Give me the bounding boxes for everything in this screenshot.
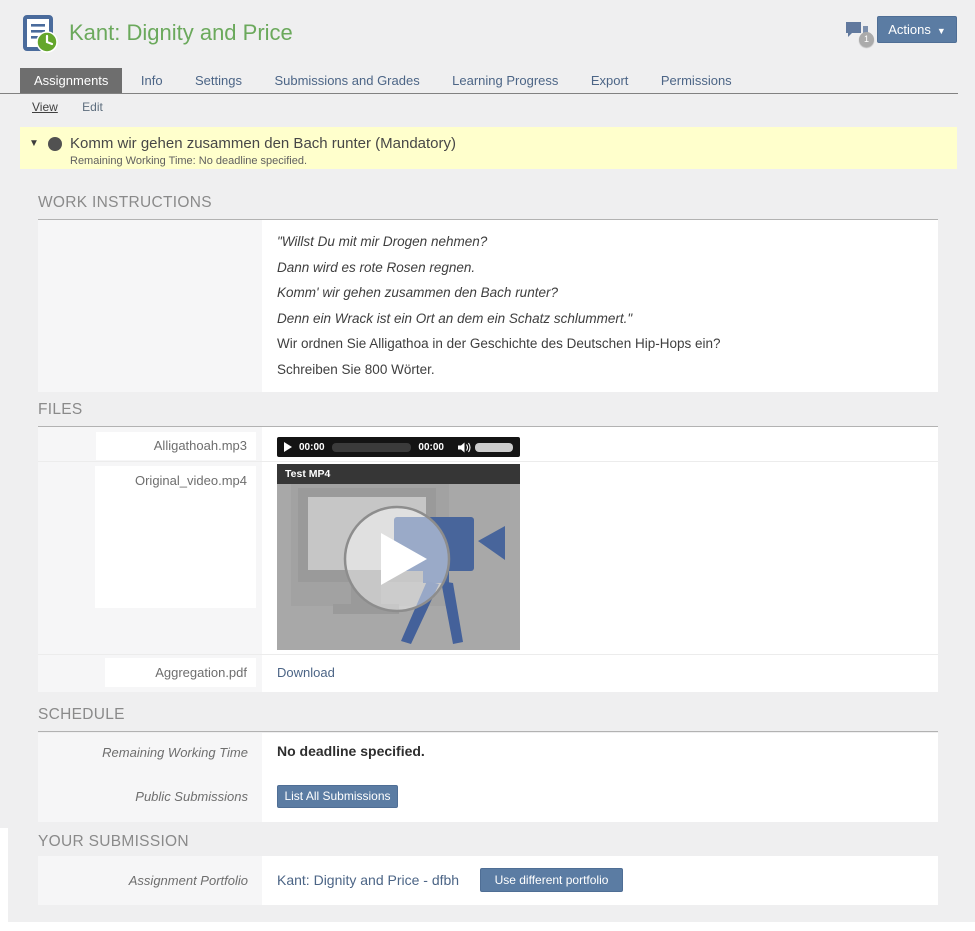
audio-player: 00:00 00:00 xyxy=(277,437,520,457)
subtab-view[interactable]: View xyxy=(32,100,58,114)
page-title: Kant: Dignity and Price xyxy=(69,20,293,45)
work-instructions-text: "Willst Du mit mir Drogen nehmen? Dann w… xyxy=(262,220,938,392)
instruction-line: Komm' wir gehen zusammen den Bach runter… xyxy=(277,285,558,300)
tab-bar-divider xyxy=(0,93,958,94)
list-all-submissions-button[interactable]: List All Submissions xyxy=(277,785,398,808)
play-icon[interactable] xyxy=(284,442,292,452)
audio-duration: 00:00 xyxy=(418,441,444,453)
volume-slider[interactable] xyxy=(475,442,513,452)
tab-assignments[interactable]: Assignments xyxy=(20,68,123,93)
file-label-pdf: Aggregation.pdf xyxy=(105,658,256,687)
instruction-line: Schreiben Sie 800 Wörter. xyxy=(277,361,435,377)
video-poster xyxy=(277,464,520,650)
section-title-schedule: SCHEDULE xyxy=(38,706,938,732)
tab-settings[interactable]: Settings xyxy=(181,68,256,93)
status-circle-icon xyxy=(48,137,62,151)
instruction-line: Dann wird es rote Rosen regnen. xyxy=(277,259,476,275)
remaining-time-value: No deadline specified. xyxy=(277,743,425,759)
assignment-accordion-header[interactable]: ▼ Komm wir gehen zusammen den Bach runte… xyxy=(20,127,957,169)
assignment-subtitle: Remaining Working Time: No deadline spec… xyxy=(70,155,308,167)
files-box: Alligathoah.mp3 Original_video.mp4 Aggre… xyxy=(38,427,938,692)
volume-icon[interactable] xyxy=(458,442,471,453)
actions-button[interactable]: Actions ▼ xyxy=(877,16,957,43)
chevron-down-icon: ▼ xyxy=(936,26,946,36)
use-different-portfolio-button[interactable]: Use different portfolio xyxy=(480,868,623,892)
tab-export[interactable]: Export xyxy=(577,68,643,93)
work-instructions-box: "Willst Du mit mir Drogen nehmen? Dann w… xyxy=(38,220,938,392)
label-column xyxy=(38,220,262,392)
assignment-title: Komm wir gehen zusammen den Bach runter … xyxy=(70,135,457,152)
tab-bar: Assignments Info Settings Submissions an… xyxy=(20,68,746,93)
subtab-bar: View Edit xyxy=(32,100,124,114)
row-divider xyxy=(38,461,938,462)
file-label-mp4: Original_video.mp4 xyxy=(95,466,256,608)
instruction-line: Wir ordnen Sie Alligathoa in der Geschic… xyxy=(277,336,721,351)
schedule-label-remaining: Remaining Working Time xyxy=(102,745,248,760)
schedule-label-public-submissions: Public Submissions xyxy=(135,789,248,804)
your-submission-box: Assignment Portfolio Kant: Dignity and P… xyxy=(38,856,938,905)
triangle-down-icon: ▼ xyxy=(29,138,39,149)
instruction-line: "Willst Du mit mir Drogen nehmen? xyxy=(277,234,488,249)
comments-count-badge: 1 xyxy=(859,32,874,47)
schedule-box: Remaining Working Time No deadline speci… xyxy=(38,733,938,822)
subtab-edit[interactable]: Edit xyxy=(82,100,103,114)
tab-learning-progress[interactable]: Learning Progress xyxy=(438,68,572,93)
page-margin xyxy=(0,922,975,931)
comments-button[interactable]: 1 xyxy=(845,21,879,47)
audio-current-time: 00:00 xyxy=(299,441,325,453)
tab-info[interactable]: Info xyxy=(127,68,177,93)
portfolio-link[interactable]: Kant: Dignity and Price - dfbh xyxy=(277,872,459,888)
assignment-portfolio-label: Assignment Portfolio xyxy=(128,873,248,888)
exercise-icon xyxy=(23,15,58,53)
file-label-mp3: Alligathoah.mp3 xyxy=(96,432,256,460)
instruction-line: Denn ein Wrack ist ein Ort an dem ein Sc… xyxy=(277,310,633,326)
download-link[interactable]: Download xyxy=(277,665,335,680)
row-divider xyxy=(38,654,938,655)
tab-submissions-grades[interactable]: Submissions and Grades xyxy=(260,68,433,93)
exercise-page: Kant: Dignity and Price 1 Actions ▼ Assig… xyxy=(0,0,975,931)
page-margin xyxy=(0,828,8,931)
tab-permissions[interactable]: Permissions xyxy=(647,68,746,93)
video-title-bar: Test MP4 xyxy=(277,464,520,484)
video-player[interactable]: Test MP4 xyxy=(277,464,520,650)
section-title-work-instructions: WORK INSTRUCTIONS xyxy=(38,194,938,220)
section-title-files: FILES xyxy=(38,401,938,427)
audio-progress-bar[interactable] xyxy=(331,442,412,452)
